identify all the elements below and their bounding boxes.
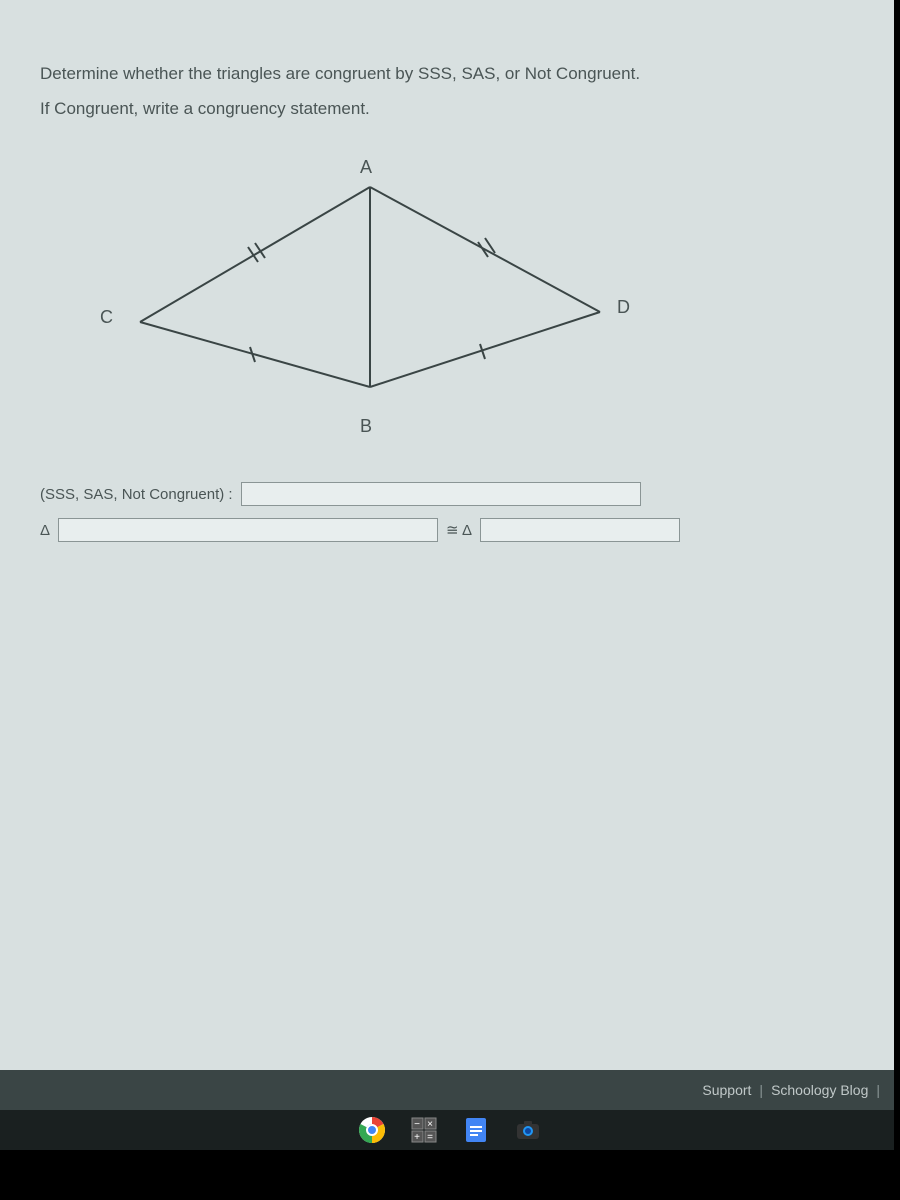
taskbar: − × + = — [0, 1110, 900, 1150]
question-line-1: Determine whether the triangles are cong… — [40, 60, 860, 87]
diagram-svg — [80, 162, 640, 442]
triangle-diagram: A B C D — [80, 162, 640, 442]
docs-icon[interactable] — [460, 1114, 492, 1146]
bottom-bezel — [0, 1150, 900, 1200]
vertex-a-label: A — [360, 157, 372, 178]
triangle-2-input[interactable] — [480, 518, 680, 542]
chrome-icon[interactable] — [356, 1114, 388, 1146]
triangle-symbol-1: Δ — [40, 522, 50, 539]
congruence-type-row: (SSS, SAS, Not Congruent) : — [40, 482, 860, 506]
congruency-statement-row: Δ ≅ Δ — [40, 518, 860, 542]
congruence-type-label: (SSS, SAS, Not Congruent) : — [40, 486, 233, 503]
side-bezel — [894, 0, 900, 1200]
camera-icon[interactable] — [512, 1114, 544, 1146]
svg-text:×: × — [427, 1119, 433, 1130]
congruent-symbol: ≅ Δ — [446, 521, 472, 539]
svg-text:=: = — [427, 1132, 433, 1143]
triangle-1-input[interactable] — [58, 518, 438, 542]
schoology-blog-link[interactable]: Schoology Blog — [771, 1082, 868, 1098]
support-link[interactable]: Support — [702, 1082, 751, 1098]
vertex-b-label: B — [360, 416, 372, 437]
answer-section: (SSS, SAS, Not Congruent) : Δ ≅ Δ — [40, 482, 860, 542]
calculator-icon[interactable]: − × + = — [408, 1114, 440, 1146]
footer-divider-2: | — [876, 1082, 880, 1098]
vertex-d-label: D — [617, 297, 630, 318]
footer-divider: | — [759, 1082, 763, 1098]
svg-text:−: − — [414, 1119, 420, 1130]
svg-text:+: + — [414, 1132, 420, 1143]
congruence-type-input[interactable] — [241, 482, 641, 506]
question-text-block: Determine whether the triangles are cong… — [40, 60, 860, 122]
question-content: Determine whether the triangles are cong… — [0, 0, 900, 594]
footer-bar: Support | Schoology Blog | — [0, 1070, 900, 1110]
vertex-c-label: C — [100, 307, 113, 328]
question-line-2: If Congruent, write a congruency stateme… — [40, 95, 860, 122]
